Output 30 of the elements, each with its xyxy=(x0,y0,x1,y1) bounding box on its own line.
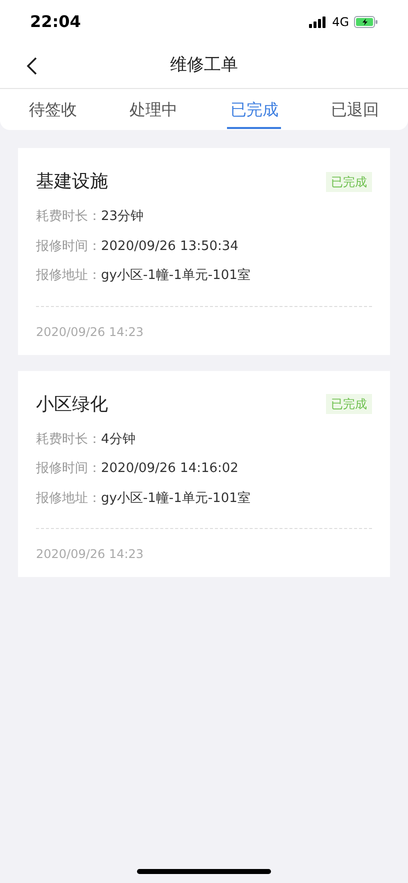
battery-icon xyxy=(354,16,378,28)
field-value: 4分钟 xyxy=(101,430,136,448)
field-value: 2020/09/26 14:16:02 xyxy=(101,460,238,478)
order-date: 2020/09/26 14:23 xyxy=(36,547,144,561)
page-title: 维修工单 xyxy=(170,54,238,78)
status-badge: 已完成 xyxy=(326,172,372,192)
field-value: 23分钟 xyxy=(101,208,144,226)
order-title: 基建设施 xyxy=(36,170,108,194)
field-label: 耗费时长： xyxy=(36,208,101,226)
network-label: 4G xyxy=(332,14,349,31)
field-value: gy小区-1幢-1单元-101室 xyxy=(101,267,250,285)
tab[interactable]: 已退回 xyxy=(310,89,400,130)
tab[interactable]: 处理中 xyxy=(108,89,199,130)
order-card[interactable]: 基建设施 已完成 耗费时长：23分钟 报修时间：2020/09/26 13:50:34 报修地址：gy小区-1幢-1单元-101室 2020/09/26 14:23 xyxy=(18,148,390,354)
status-time: 22:04 xyxy=(30,11,81,33)
order-title: 小区绿化 xyxy=(36,392,108,416)
order-card[interactable]: 小区绿化 已完成 耗费时长：4分钟 报修时间：2020/09/26 14:16:02 报修地址：gy小区-1幢-1单元-101室 2020/09/26 14:23 xyxy=(18,370,390,577)
tab[interactable]: 待签收 xyxy=(8,89,98,130)
field-value: gy小区-1幢-1单元-101室 xyxy=(101,490,250,508)
signal-icon xyxy=(309,16,328,28)
field-value: 2020/09/26 13:50:34 xyxy=(101,238,238,256)
field-label: 报修地址： xyxy=(36,490,101,508)
field-label: 耗费时长： xyxy=(36,430,101,448)
field-label: 报修地址： xyxy=(36,267,101,285)
field-label: 报修时间： xyxy=(36,460,101,478)
field-label: 报修时间： xyxy=(36,238,101,256)
tab[interactable]: 已完成 xyxy=(209,89,300,130)
order-date: 2020/09/26 14:23 xyxy=(36,324,144,338)
back-icon[interactable] xyxy=(26,56,38,76)
status-badge: 已完成 xyxy=(326,394,372,414)
